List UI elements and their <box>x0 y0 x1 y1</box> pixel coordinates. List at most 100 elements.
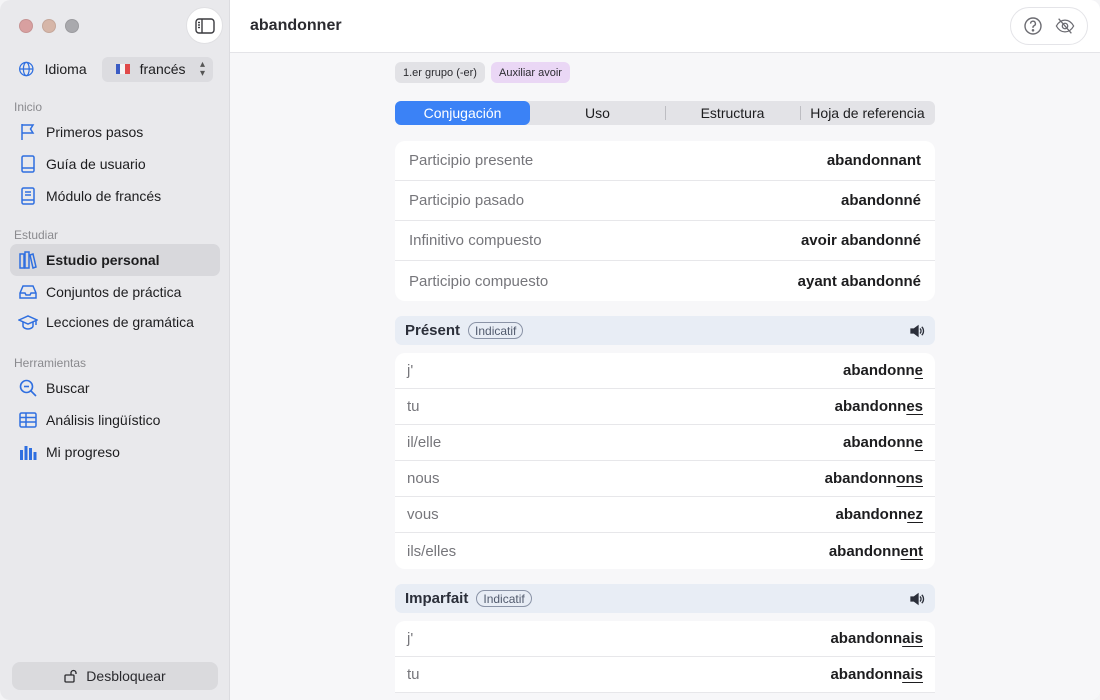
section-tabs: Conjugación Uso Estructura Hoja de refer… <box>395 101 935 125</box>
participle-row: Participio presente abandonnant <box>395 141 935 181</box>
participle-row: Infinitivo compuesto avoir abandonné <box>395 221 935 261</box>
language-select[interactable]: francés ▴ ▾ <box>101 56 213 82</box>
speaker-icon[interactable] <box>909 591 925 607</box>
sidebar-item-lecciones-de-gramatica[interactable]: Lecciones de gramática <box>10 306 220 338</box>
conjugation-row: ils/elles abandonnent <box>395 533 935 569</box>
sidebar: Idioma francés ▴ ▾ Inicio Primeros pasos … <box>0 0 230 700</box>
app-window: Idioma francés ▴ ▾ Inicio Primeros pasos … <box>0 0 1100 700</box>
sidebar-toggle-button[interactable] <box>186 7 223 44</box>
sidebar-item-label: Mi progreso <box>46 444 120 460</box>
sidebar-item-estudio-personal[interactable]: Estudio personal <box>10 244 220 276</box>
close-window-button[interactable] <box>19 19 33 33</box>
mood-badge: Indicatif <box>468 322 524 339</box>
participle-label: Participio compuesto <box>409 272 549 290</box>
conjugation-row: tu abandonnes <box>395 389 935 425</box>
sidebar-item-buscar[interactable]: Buscar <box>10 372 220 404</box>
pronoun: tu <box>407 398 420 415</box>
conjugation-row: tu abandonnais <box>395 657 935 693</box>
pronoun: vous <box>407 506 439 523</box>
eye-slash-icon[interactable] <box>1055 16 1075 36</box>
conjugated-form: abandonnez <box>835 506 923 523</box>
graduation-cap-icon <box>18 315 38 330</box>
tense-name: Imparfait <box>405 590 469 607</box>
participles-card: Participio presente abandonnant Participi… <box>395 141 935 301</box>
sidebar-item-conjuntos-de-practica[interactable]: Conjuntos de práctica <box>10 276 220 308</box>
tray-icon <box>19 285 37 299</box>
conjugation-row: il/elle abandonne <box>395 425 935 461</box>
verb-stem: abandonn <box>830 630 903 647</box>
main-content: abandonner 1.er grupo (-er) Auxiliar avo… <box>230 0 1100 700</box>
participle-value: abandonnant <box>826 152 921 169</box>
book-text-icon <box>21 187 35 205</box>
unlock-button[interactable]: Desbloquear <box>12 662 218 690</box>
sidebar-item-analisis-linguistico[interactable]: Análisis lingüístico <box>10 404 220 436</box>
tab-conjugacion[interactable]: Conjugación <box>395 101 530 125</box>
zoom-window-button[interactable] <box>65 19 79 33</box>
section-heading-herramientas: Herramientas <box>14 356 87 370</box>
tab-hoja-de-referencia[interactable]: Hoja de referencia <box>800 101 935 125</box>
verb-stem: abandonn <box>824 470 897 487</box>
participle-label: Infinitivo compuesto <box>409 232 542 249</box>
tab-estructura[interactable]: Estructura <box>665 101 800 125</box>
page-title: abandonner <box>250 17 342 34</box>
france-flag-icon <box>115 64 130 74</box>
conjugated-form: abandonnent <box>829 543 923 560</box>
tense-header-imparfait: Imparfait Indicatif <box>395 584 935 613</box>
verb-ending: ent <box>900 542 924 560</box>
sidebar-item-label: Análisis lingüístico <box>46 412 161 428</box>
verb-stem: abandonn <box>828 542 901 560</box>
sidebar-item-label: Primeros pasos <box>46 124 144 140</box>
sidebar-item-label: Estudio personal <box>46 252 160 268</box>
pronoun: il/elle <box>407 434 442 451</box>
tag-list: 1.er grupo (-er) Auxiliar avoir <box>395 62 570 83</box>
sidebar-item-mi-progreso[interactable]: Mi progreso <box>10 436 220 468</box>
unlock-label: Desbloquear <box>86 668 166 684</box>
participle-label: Participio presente <box>409 152 534 169</box>
verb-ending: ez <box>907 506 923 523</box>
book-icon <box>21 155 35 173</box>
sidebar-item-modulo-de-frances[interactable]: Módulo de francés <box>10 180 220 212</box>
pronoun: nous <box>407 470 440 487</box>
pronoun: j' <box>407 362 414 379</box>
sidebar-item-primeros-pasos[interactable]: Primeros pasos <box>10 116 220 148</box>
sidebar-item-label: Lecciones de gramática <box>46 314 194 330</box>
group-tag: 1.er grupo (-er) <box>395 62 485 83</box>
participle-label: Participio pasado <box>409 192 525 209</box>
section-heading-estudiar: Estudiar <box>14 228 59 242</box>
conjugated-form: abandonnais <box>830 666 923 683</box>
chevron-updown-icon: ▴ ▾ <box>199 59 205 79</box>
flag-icon <box>21 124 35 140</box>
verb-ending: e <box>914 362 923 379</box>
unlock-icon <box>64 669 77 683</box>
verb-stem: abandonn <box>835 506 908 523</box>
tab-uso[interactable]: Uso <box>530 101 665 125</box>
verb-stem: abandonn <box>842 434 915 451</box>
toolbar-actions <box>1010 7 1088 45</box>
participle-value: ayant abandonné <box>797 272 921 290</box>
mood-badge: Indicatif <box>476 590 532 607</box>
auxiliary-tag: Auxiliar avoir <box>490 62 570 83</box>
help-icon[interactable] <box>1023 16 1043 36</box>
conjugation-row: j' abandonnais <box>395 621 935 657</box>
speaker-icon[interactable] <box>909 323 925 339</box>
verb-stem: abandonn <box>842 362 915 379</box>
verb-ending: es <box>906 398 923 415</box>
sidebar-item-guia-de-usuario[interactable]: Guía de usuario <box>10 148 220 180</box>
minimize-window-button[interactable] <box>42 19 56 33</box>
window-controls <box>19 19 79 33</box>
language-row: Idioma francés ▴ ▾ <box>18 56 213 82</box>
pronoun: ils/elles <box>407 542 457 560</box>
toolbar: abandonner <box>230 0 1100 53</box>
magnifier-icon <box>19 379 37 397</box>
sidebar-item-label: Conjuntos de práctica <box>46 284 182 300</box>
tense-header-present: Présent Indicatif <box>395 316 935 345</box>
sidebar-item-label: Guía de usuario <box>46 156 146 172</box>
conjugation-row: nous abandonnons <box>395 461 935 497</box>
globe-icon <box>19 61 34 77</box>
pronoun: tu <box>407 666 420 683</box>
verb-ending: ais <box>902 630 923 647</box>
participle-value: avoir abandonné <box>800 232 921 249</box>
conjugated-form: abandonne <box>843 362 923 379</box>
conjugated-form: abandonne <box>843 434 923 451</box>
conjugation-row: j' abandonne <box>395 353 935 389</box>
